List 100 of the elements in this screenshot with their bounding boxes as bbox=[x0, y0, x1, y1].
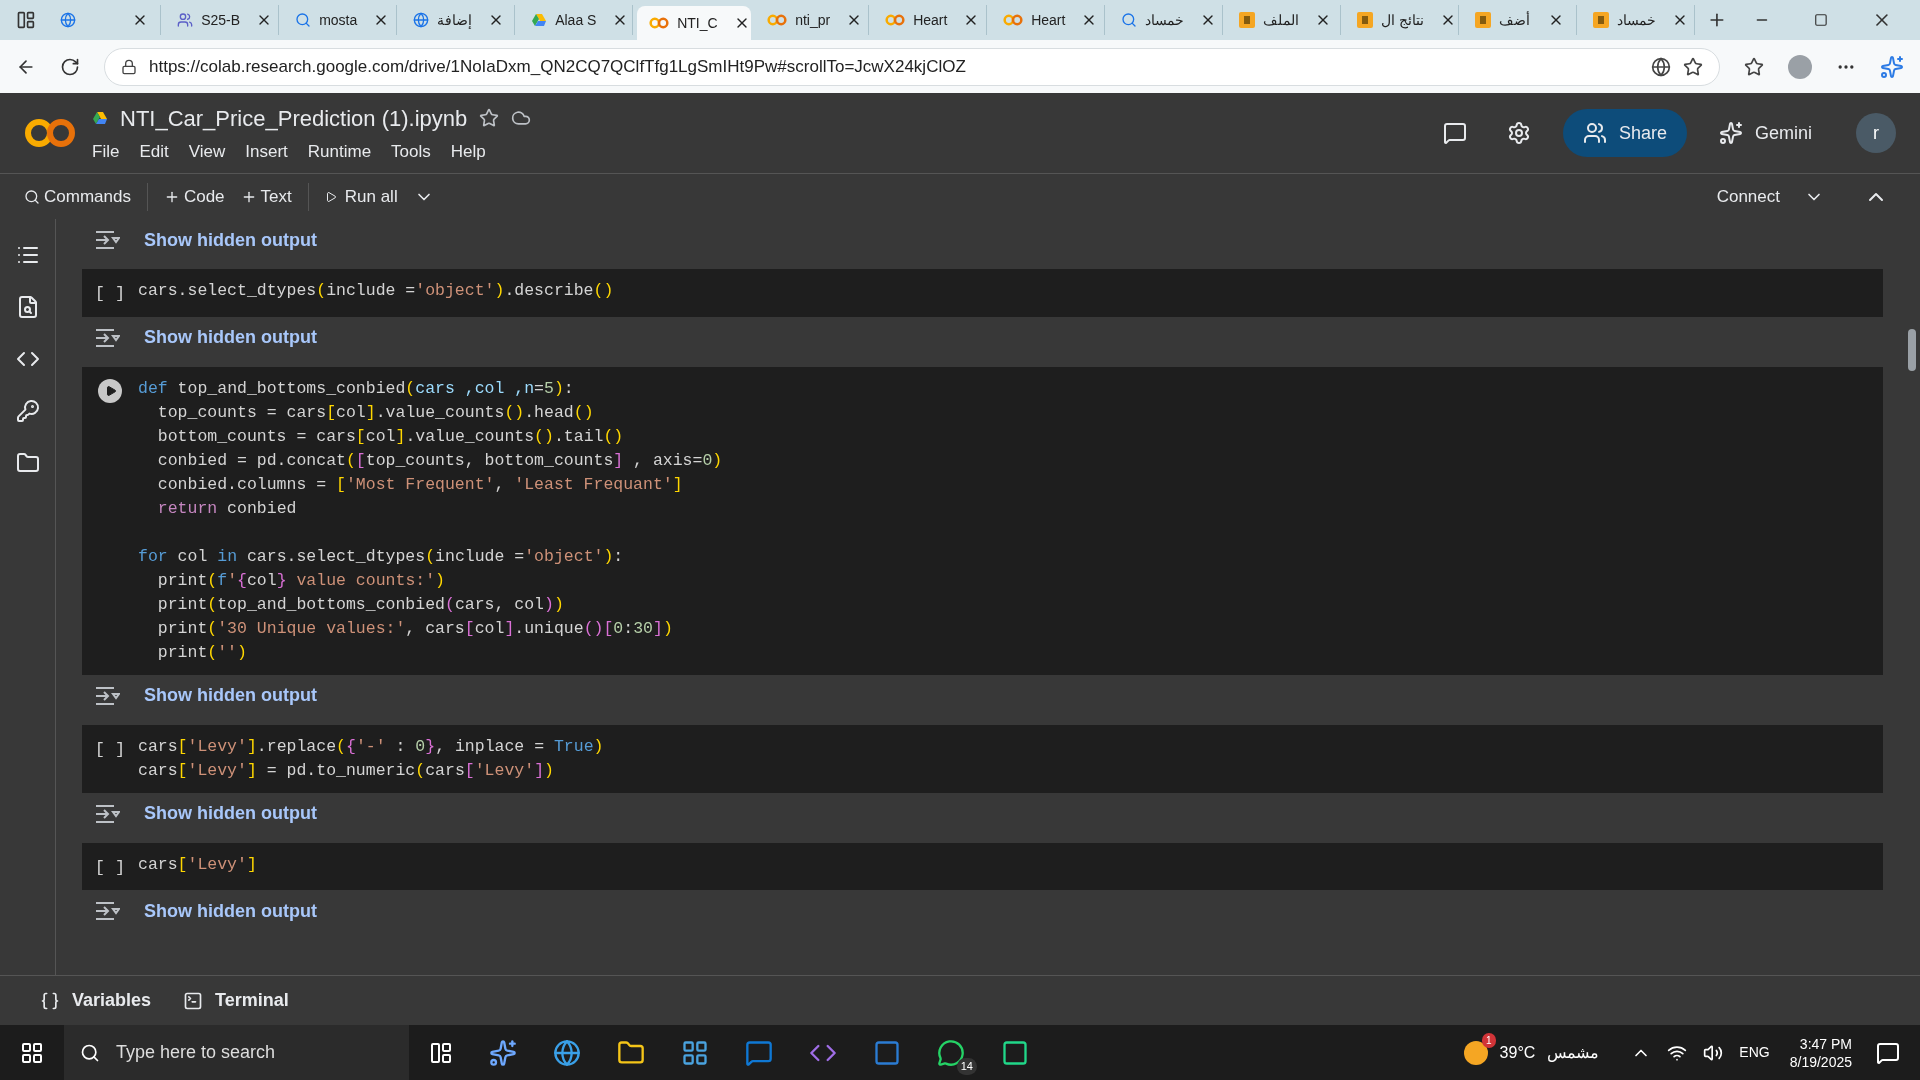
temperature-text: 39°C bbox=[1499, 1042, 1536, 1063]
address-field[interactable]: https://colab.research.google.com/drive/1NoIaDxm_QN2CQ7QClfTfg1LgSmIHt9Pw#scrollTo=JcwX24kjClOZ bbox=[104, 47, 1720, 86]
menu-item[interactable]: Edit bbox=[139, 138, 169, 165]
colab-logo[interactable] bbox=[24, 118, 76, 148]
square-icon bbox=[1592, 12, 1609, 28]
browser-tab[interactable]: الملف bbox=[1227, 5, 1342, 35]
tab-title: Heart bbox=[1031, 10, 1066, 30]
code-line: print(f'{col} value counts:') bbox=[156, 569, 446, 592]
weather-badge: 1 bbox=[1482, 1032, 1496, 1048]
output-toggle-icon[interactable] bbox=[94, 230, 120, 250]
favorite-icon[interactable] bbox=[1683, 56, 1703, 77]
commands-button[interactable]: Commands bbox=[24, 183, 131, 210]
code-cell[interactable]: [ ] cars['Levy'].replace({'-' : 0}, inplace = True) cars['Levy'] = pd.to_numeric(cars['Levy']) bbox=[82, 724, 1883, 793]
tab-actions-icon[interactable] bbox=[16, 10, 36, 30]
volume-icon[interactable] bbox=[1703, 1042, 1724, 1063]
code-cell[interactable] bbox=[82, 366, 1883, 675]
weather-text: مشمس bbox=[1547, 1042, 1600, 1064]
menu-item[interactable]: Runtime bbox=[307, 138, 372, 165]
code-line: print('') bbox=[156, 641, 248, 664]
connect-button[interactable]: Connect bbox=[1708, 183, 1788, 210]
browser-tab[interactable]: أضف bbox=[1463, 5, 1577, 35]
clock-time[interactable]: 3:47 PM bbox=[1799, 1034, 1852, 1053]
add-code-button[interactable]: Code bbox=[163, 183, 225, 210]
colab-icon bbox=[1003, 14, 1024, 26]
browser-tab[interactable]: إضافة bbox=[401, 5, 516, 35]
output-toggle-icon[interactable] bbox=[94, 803, 120, 824]
menu-item[interactable]: Help bbox=[450, 138, 486, 165]
tab-title: أضف bbox=[1499, 10, 1531, 30]
code-line: return conbied bbox=[156, 497, 298, 520]
square-icon bbox=[1475, 12, 1492, 28]
terminal-button[interactable]: Terminal bbox=[183, 987, 289, 1014]
favorites-icon[interactable] bbox=[1744, 56, 1764, 77]
output-toggle-icon[interactable] bbox=[94, 327, 120, 348]
key-icon[interactable] bbox=[15, 399, 40, 423]
copilot-icon[interactable] bbox=[1880, 54, 1904, 79]
task-view-icon[interactable] bbox=[429, 1040, 453, 1065]
variables-button[interactable]: Variables bbox=[40, 987, 152, 1014]
show-output-link[interactable]: Show hidden output bbox=[144, 800, 317, 827]
code-cell[interactable]: [ ] cars['Levy'] bbox=[82, 842, 1883, 890]
play-icon bbox=[105, 384, 117, 397]
notebook-title[interactable]: NTI_Car_Price_Prediction (1).ipynb bbox=[120, 101, 468, 135]
browser-tab[interactable]: NTI_C bbox=[637, 6, 752, 40]
lock-icon bbox=[121, 58, 137, 75]
browser-tab[interactable]: نتائج ال bbox=[1345, 5, 1460, 35]
folder-icon[interactable] bbox=[15, 451, 40, 475]
browser-tab[interactable]: خمساد bbox=[1580, 5, 1695, 35]
terminal-icon bbox=[183, 990, 204, 1011]
people-icon bbox=[177, 12, 194, 28]
output-toggle-icon[interactable] bbox=[94, 901, 120, 921]
start-icon[interactable] bbox=[20, 1040, 44, 1065]
taskbar-search-field[interactable]: Type here to search bbox=[64, 1025, 409, 1080]
settings-icon[interactable] bbox=[1506, 121, 1531, 145]
people-icon bbox=[1582, 121, 1607, 145]
tab-title: nti_pr bbox=[795, 10, 831, 30]
run-cell-button[interactable] bbox=[98, 378, 122, 403]
cell-prompt: [ ] bbox=[94, 738, 126, 761]
triangle-icon bbox=[531, 12, 548, 28]
folder-icon[interactable] bbox=[617, 1038, 645, 1067]
code-cell[interactable]: [ ] cars.select_dtypes(include ='object').describe() bbox=[82, 269, 1883, 317]
browser-tab[interactable]: mosta bbox=[283, 5, 398, 35]
code-line: cars['Levy'] bbox=[138, 853, 257, 876]
scrollbar-thumb[interactable] bbox=[1908, 329, 1916, 371]
copilot-icon[interactable] bbox=[489, 1038, 517, 1067]
browser-icon[interactable] bbox=[553, 1038, 581, 1067]
menu-item[interactable]: File bbox=[92, 138, 120, 165]
add-text-button[interactable]: Text bbox=[240, 183, 292, 210]
maximize-icon[interactable] bbox=[1814, 13, 1829, 27]
show-output-link[interactable]: Show hidden output bbox=[144, 682, 317, 709]
user-avatar[interactable]: r bbox=[1856, 113, 1896, 153]
menu-item[interactable]: View bbox=[188, 138, 226, 165]
globe-icon bbox=[59, 12, 76, 28]
reload-icon[interactable] bbox=[60, 56, 80, 77]
star-icon[interactable] bbox=[479, 108, 500, 129]
menu-item[interactable]: Tools bbox=[391, 138, 431, 165]
comment-icon[interactable] bbox=[1442, 121, 1467, 145]
clock-date[interactable]: 8/19/2025 bbox=[1789, 1052, 1852, 1071]
tab-title: Heart bbox=[913, 10, 948, 30]
browser-tab[interactable]: nti_pr bbox=[755, 5, 870, 35]
browser-tab[interactable]: Alaa S bbox=[519, 5, 634, 35]
output-toggle-icon[interactable] bbox=[94, 685, 120, 706]
notification-badge: 14 bbox=[956, 1058, 977, 1075]
code-line: cars['Levy'].replace({'-' : 0}, inplace = True) bbox=[138, 735, 604, 758]
browser-tab[interactable]: S25-B bbox=[165, 5, 280, 35]
search-icon bbox=[24, 188, 40, 205]
browser-tab[interactable]: Heart bbox=[991, 5, 1106, 35]
browser-tab[interactable]: Heart bbox=[873, 5, 988, 35]
braces-icon bbox=[40, 990, 60, 1011]
show-output-link[interactable]: Show hidden output bbox=[144, 226, 317, 254]
menu-item[interactable]: Insert bbox=[245, 138, 288, 165]
run-all-button[interactable]: Run all bbox=[324, 183, 398, 210]
gemini-button[interactable]: Gemini bbox=[1703, 109, 1828, 157]
browser-tab[interactable]: خمساد bbox=[1109, 5, 1224, 35]
language-indicator[interactable]: ENG bbox=[1739, 1042, 1770, 1063]
colab-icon bbox=[649, 17, 670, 29]
show-output-link[interactable]: Show hidden output bbox=[144, 324, 317, 351]
show-output-link[interactable]: Show hidden output bbox=[144, 897, 317, 925]
notifications-icon[interactable] bbox=[1876, 1040, 1900, 1065]
tab-title: خمساد bbox=[1145, 10, 1185, 30]
colab-icon bbox=[767, 14, 788, 26]
share-button[interactable]: Share bbox=[1562, 109, 1687, 157]
